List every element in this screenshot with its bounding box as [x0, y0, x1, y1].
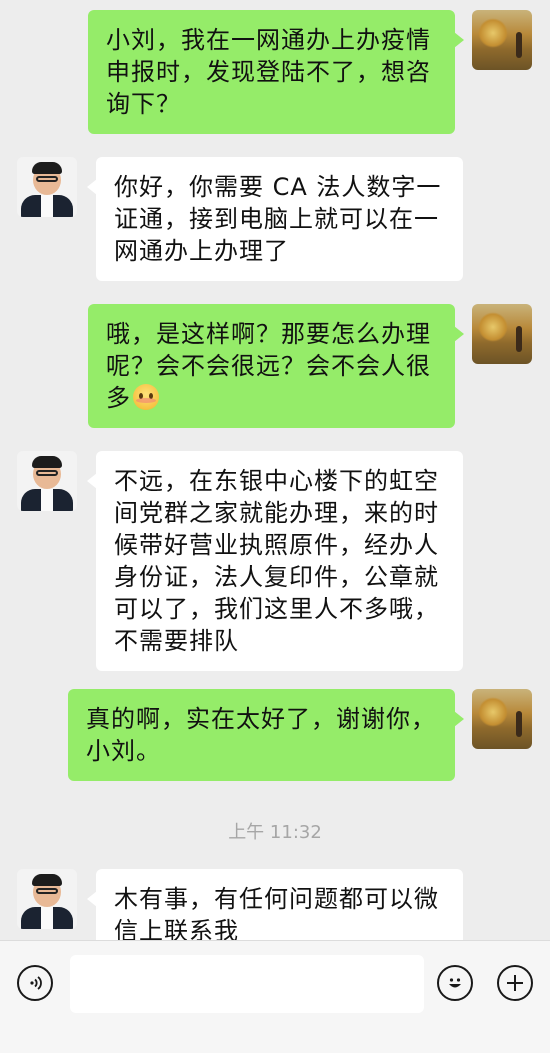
- message-timestamp: 上午 11:32: [228, 822, 322, 843]
- voice-button[interactable]: [17, 965, 53, 1001]
- self-avatar[interactable]: [472, 689, 532, 749]
- message-bubble-other[interactable]: 不远，在东银中心楼下的虹空间党群之家就能办理，来的时候带好营业执照原件，经办人身…: [87, 451, 463, 671]
- more-button[interactable]: [497, 965, 533, 1001]
- message-text: 真的啊，实在太好了，谢谢你，小刘。: [86, 705, 436, 765]
- self-avatar[interactable]: [472, 10, 532, 70]
- message-bubble-self[interactable]: 真的啊，实在太好了，谢谢你，小刘。: [68, 689, 464, 781]
- chat-area[interactable]: 小刘，我在一网通办上办疫情申报时，发现登陆不了，想咨询下？ 你好，你需要 CA …: [0, 0, 550, 940]
- message-input[interactable]: [70, 955, 424, 1013]
- input-bar: [0, 940, 550, 1053]
- message-bubble-other[interactable]: 你好，你需要 CA 法人数字一证通，接到电脑上就可以在一网通办上办理了: [87, 157, 463, 281]
- message-text: 不远，在东银中心楼下的虹空间党群之家就能办理，来的时候带好营业执照原件，经办人身…: [114, 467, 439, 655]
- emoji-icon: [449, 978, 461, 988]
- message-bubble-other[interactable]: 木有事，有任何问题都可以微信上联系我: [87, 869, 463, 940]
- plus-icon: [507, 975, 523, 991]
- message-bubble-self[interactable]: 小刘，我在一网通办上办疫情申报时，发现登陆不了，想咨询下？: [88, 10, 464, 134]
- contact-avatar[interactable]: [17, 869, 77, 929]
- message-text: 小刘，我在一网通办上办疫情申报时，发现登陆不了，想咨询下？: [106, 26, 431, 118]
- message-text: 你好，你需要 CA 法人数字一证通，接到电脑上就可以在一网通办上办理了: [114, 173, 442, 265]
- self-avatar[interactable]: [472, 304, 532, 364]
- message-text: 木有事，有任何问题都可以微信上联系我: [114, 885, 439, 940]
- emoji-button[interactable]: [437, 965, 473, 1001]
- flushed-face-emoji-icon: [133, 384, 159, 410]
- message-bubble-self[interactable]: 哦，是这样啊？那要怎么办理呢？会不会很远？会不会人很多: [88, 304, 464, 428]
- voice-icon: [30, 976, 42, 990]
- contact-avatar[interactable]: [17, 157, 77, 217]
- contact-avatar[interactable]: [17, 451, 77, 511]
